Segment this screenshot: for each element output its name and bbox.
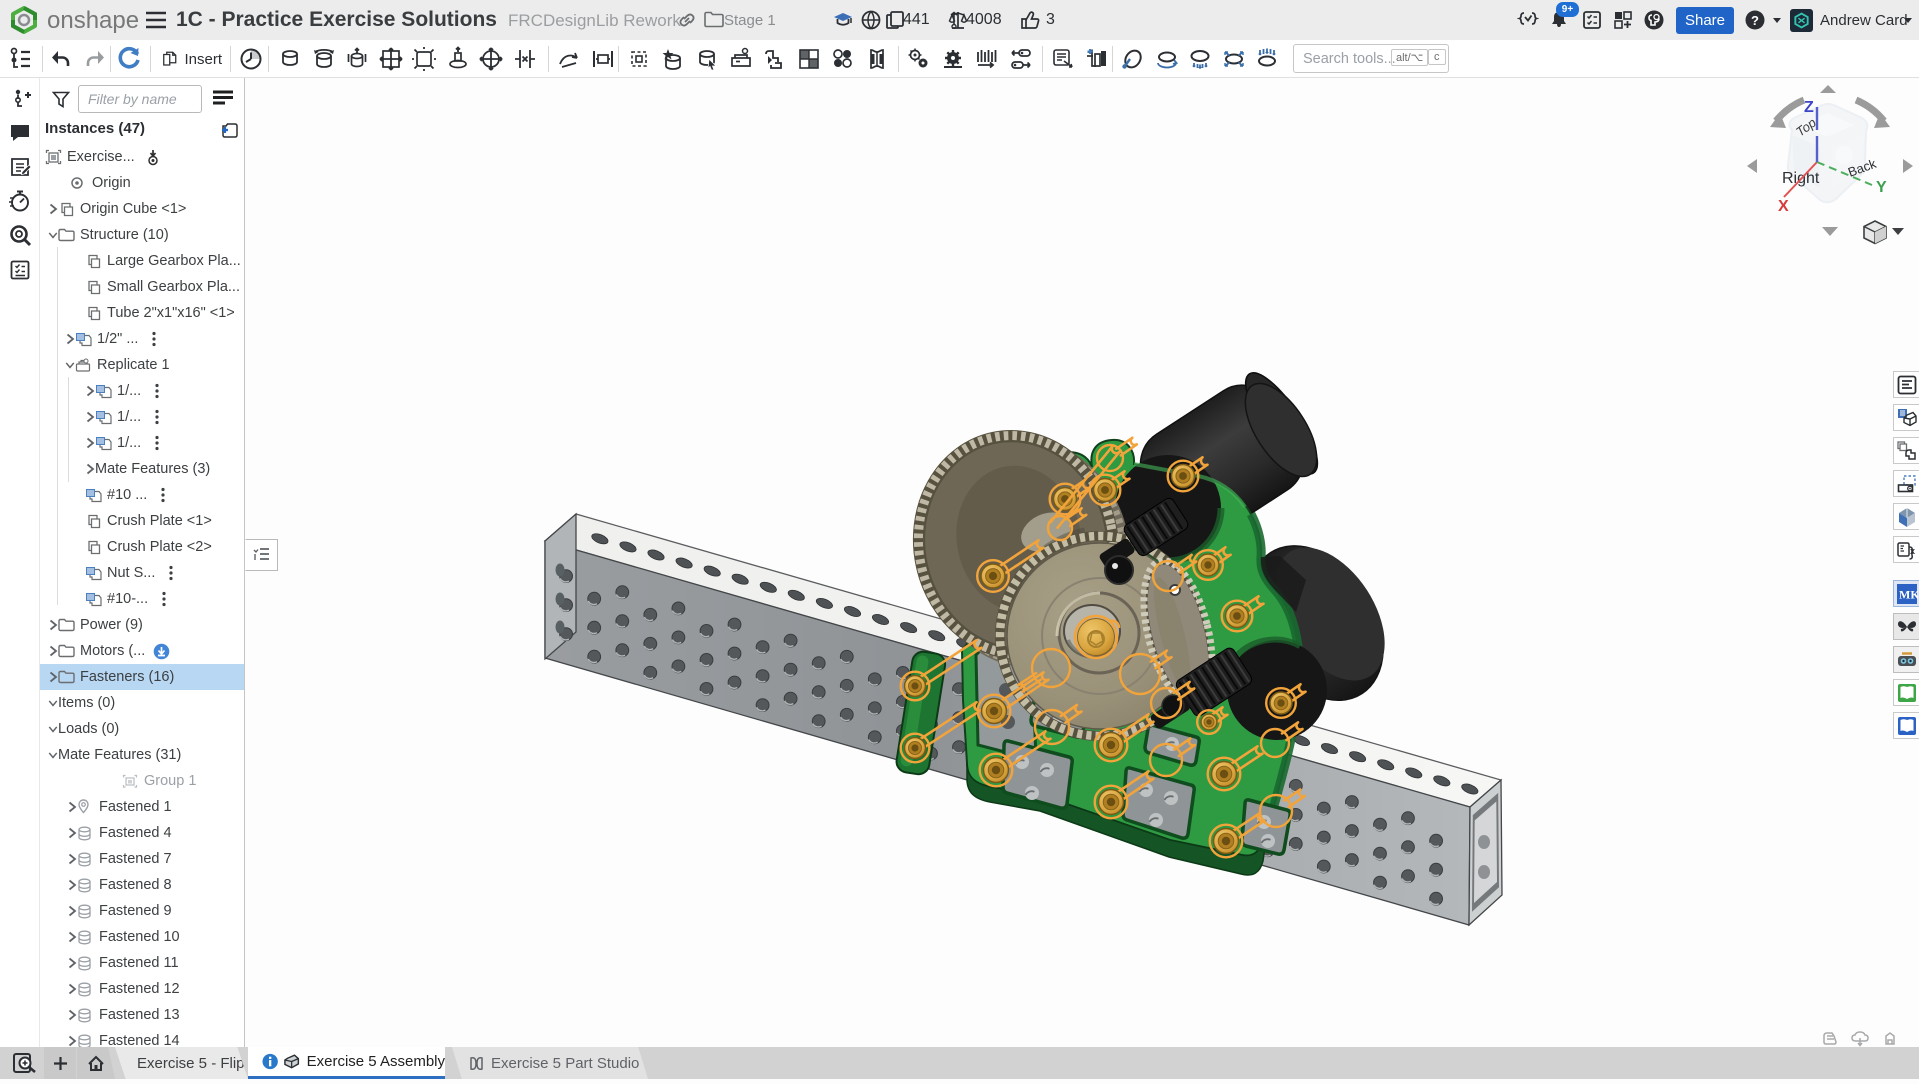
- svg-text:x: x: [1910, 546, 1915, 556]
- svg-text:X: X: [1778, 198, 1789, 215]
- svg-text:Z: Z: [1804, 99, 1814, 116]
- svg-text:Y: Y: [1876, 179, 1887, 196]
- svg-text:?: ?: [1751, 13, 1759, 28]
- svg-text:MK: MK: [1899, 587, 1918, 601]
